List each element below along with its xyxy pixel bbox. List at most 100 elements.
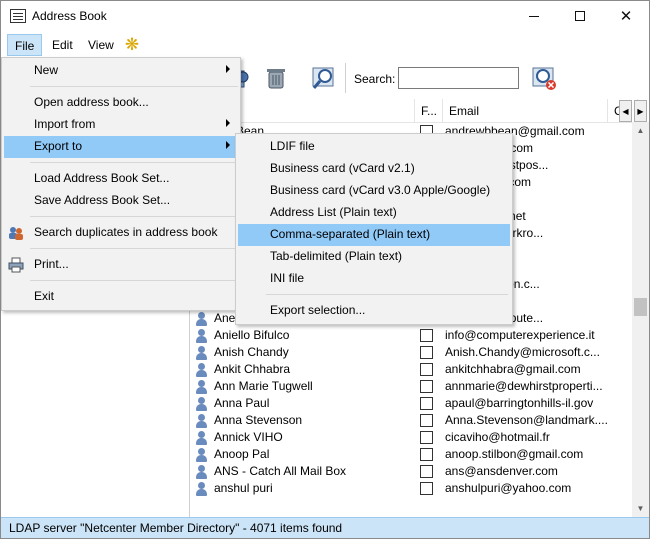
table-row[interactable]: Annick VIHO cicaviho@hotmail.fr: [190, 429, 638, 446]
contact-email: ankitchhabra@gmail.com: [445, 362, 581, 376]
scroll-up-button[interactable]: ▲: [632, 122, 649, 139]
scroll-down-button[interactable]: ▼: [632, 500, 649, 517]
menu-item-new[interactable]: New: [4, 60, 238, 82]
menu-item-open-address-book[interactable]: Open address book...: [4, 92, 238, 114]
flower-icon[interactable]: ❋: [123, 36, 141, 54]
scrollbar-thumb[interactable]: [634, 298, 647, 316]
person-icon: [195, 312, 208, 326]
submenu-arrow-icon: [226, 141, 230, 149]
export-vcard-21[interactable]: Business card (vCard v2.1): [238, 158, 510, 180]
flag-checkbox[interactable]: [420, 363, 433, 376]
person-icon: [195, 329, 208, 343]
table-row[interactable]: Anna Paul apaul@barringtonhills-il.gov: [190, 395, 638, 412]
export-tab-delimited[interactable]: Tab-delimited (Plain text): [238, 246, 510, 268]
flag-checkbox[interactable]: [420, 414, 433, 427]
menu-item-search-duplicates[interactable]: Search duplicates in address book: [4, 222, 238, 244]
export-address-list[interactable]: Address List (Plain text): [238, 202, 510, 224]
menu-item-label: Export to: [34, 139, 83, 153]
menu-file[interactable]: File: [7, 34, 43, 56]
minimize-button[interactable]: [511, 1, 557, 31]
status-bar: LDAP server "Netcenter Member Directory"…: [1, 517, 649, 538]
window-title: Address Book: [32, 9, 107, 23]
delete-icon[interactable]: [263, 65, 289, 91]
menu-bar: File Edit View: [1, 32, 649, 57]
search-label: Search:: [354, 72, 396, 86]
menu-item-label: Import from: [34, 117, 96, 131]
table-row[interactable]: Ankit Chhabra ankitchhabra@gmail.com: [190, 361, 638, 378]
person-icon: [195, 414, 208, 428]
header-scroll-right-button[interactable]: ▶: [634, 100, 647, 122]
contact-name: Anna Paul: [214, 396, 270, 410]
search-input[interactable]: [398, 67, 519, 89]
export-ini-file[interactable]: INI file: [238, 268, 510, 290]
menu-item-save-address-book-set[interactable]: Save Address Book Set...: [4, 190, 238, 212]
contact-name: anshul puri: [214, 481, 273, 495]
person-icon: [195, 380, 208, 394]
header-scroll-left-button[interactable]: ◀: [619, 100, 632, 122]
contact-name: Anna Stevenson: [214, 413, 303, 427]
menu-item-label: New: [34, 63, 59, 77]
caret-right-icon: ▶: [637, 106, 644, 116]
menu-separator: [30, 280, 238, 281]
menu-item-import-from[interactable]: Import from: [4, 114, 238, 136]
contact-name: ANS - Catch All Mail Box: [214, 464, 347, 478]
table-row[interactable]: ANS - Catch All Mail Box ans@ansdenver.c…: [190, 463, 638, 480]
minimize-icon: [529, 15, 539, 17]
contact-email: anoop.stilbon@gmail.com: [445, 447, 584, 461]
scroll-down-icon: ▼: [636, 504, 645, 513]
table-row[interactable]: Anoop Pal anoop.stilbon@gmail.com: [190, 446, 638, 463]
flag-checkbox[interactable]: [420, 380, 433, 393]
person-icon: [195, 448, 208, 462]
table-row[interactable]: Anish Chandy Anish.Chandy@microsoft.c...: [190, 344, 638, 361]
flag-checkbox[interactable]: [420, 465, 433, 478]
menu-separator: [266, 294, 508, 295]
flag-checkbox[interactable]: [420, 482, 433, 495]
menu-item-exit[interactable]: Exit: [4, 286, 238, 308]
contact-email: Anish.Chandy@microsoft.c...: [445, 345, 600, 359]
person-icon: [195, 363, 208, 377]
contact-name: Aniello Bifulco: [214, 328, 290, 342]
menu-item-label: Print...: [34, 257, 69, 271]
menu-item-print[interactable]: Print...: [4, 254, 238, 276]
contact-email: annmarie@dewhirstproperti...: [445, 379, 603, 393]
menu-item-export-to[interactable]: Export to: [4, 136, 238, 158]
column-header-email[interactable]: Email: [443, 99, 608, 123]
vertical-scrollbar[interactable]: ▲ ▼: [632, 122, 649, 517]
close-button[interactable]: ✕: [603, 1, 649, 31]
table-row[interactable]: Anna Stevenson Anna.Stevenson@landmark..…: [190, 412, 638, 429]
menu-item-load-address-book-set[interactable]: Load Address Book Set...: [4, 168, 238, 190]
contact-email: apaul@barringtonhills-il.gov: [445, 396, 594, 410]
flag-checkbox[interactable]: [420, 346, 433, 359]
find-person-icon[interactable]: [311, 65, 337, 91]
column-header-flag[interactable]: F...: [415, 99, 443, 123]
export-selection[interactable]: Export selection...: [238, 300, 510, 322]
submenu-arrow-icon: [226, 119, 230, 127]
menu-item-label: Search duplicates in address book: [34, 225, 218, 239]
person-icon: [195, 431, 208, 445]
menu-edit[interactable]: Edit: [45, 34, 80, 56]
menu-view[interactable]: View: [81, 34, 121, 56]
contact-name: Annick VIHO: [214, 430, 283, 444]
person-icon: [195, 482, 208, 496]
flag-checkbox[interactable]: [420, 431, 433, 444]
contact-email: ans@ansdenver.com: [445, 464, 558, 478]
toolbar-separator: [345, 63, 346, 93]
contact-name: Ann Marie Tugwell: [214, 379, 313, 393]
person-icon: [195, 397, 208, 411]
contact-email: cicaviho@hotmail.fr: [445, 430, 550, 444]
printer-icon: [8, 257, 24, 273]
table-row[interactable]: Aniello Bifulco info@computerexperience.…: [190, 327, 638, 344]
export-ldif[interactable]: LDIF file: [238, 136, 510, 158]
flag-checkbox[interactable]: [420, 448, 433, 461]
contact-name: Ankit Chhabra: [214, 362, 291, 376]
menu-separator: [30, 216, 238, 217]
table-row[interactable]: anshul puri anshulpuri@yahoo.com: [190, 480, 638, 497]
scroll-up-icon: ▲: [636, 126, 645, 135]
export-vcard-30[interactable]: Business card (vCard v3.0 Apple/Google): [238, 180, 510, 202]
ldap-search-icon[interactable]: [531, 65, 557, 91]
export-comma-separated[interactable]: Comma-separated (Plain text): [238, 224, 510, 246]
table-row[interactable]: Ann Marie Tugwell annmarie@dewhirstprope…: [190, 378, 638, 395]
flag-checkbox[interactable]: [420, 397, 433, 410]
maximize-button[interactable]: [557, 1, 603, 31]
flag-checkbox[interactable]: [420, 329, 433, 342]
